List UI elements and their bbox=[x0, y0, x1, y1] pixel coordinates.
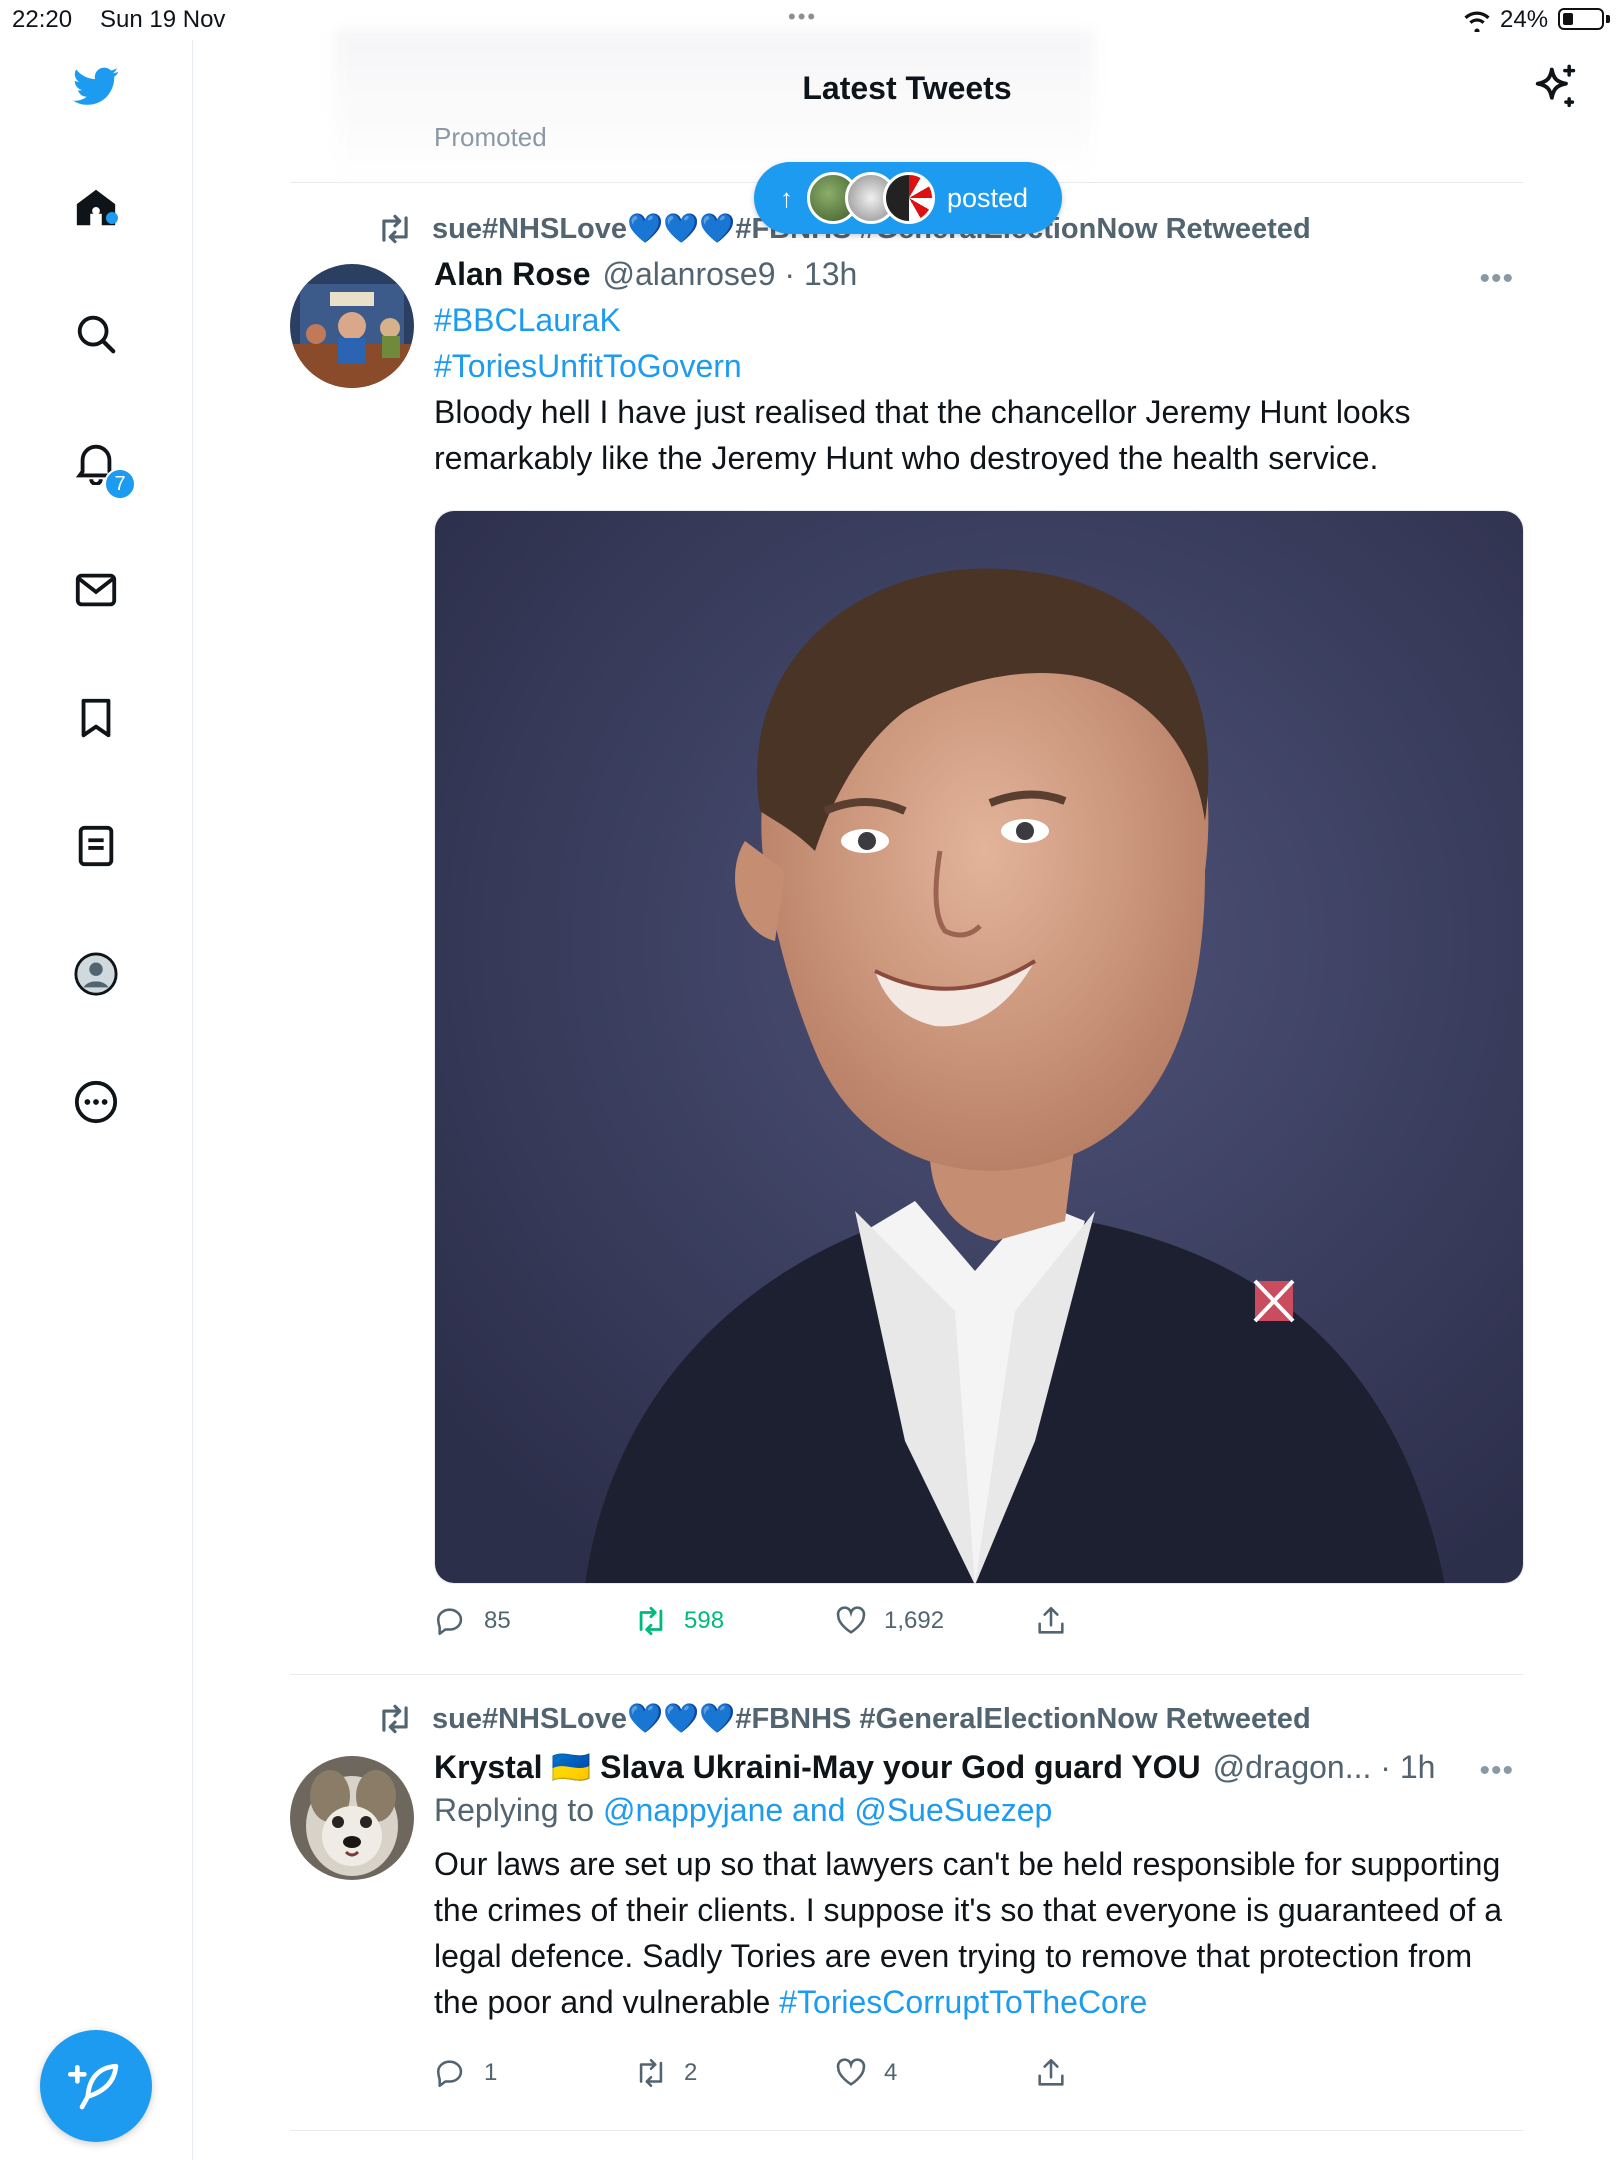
retweet-icon bbox=[639, 2058, 663, 2088]
avatar bbox=[883, 172, 935, 224]
date: Sun 19 Nov bbox=[100, 6, 226, 33]
reply-button[interactable]: 1 bbox=[434, 2056, 634, 2090]
reply-button[interactable]: 85 bbox=[434, 1604, 634, 1638]
tweet[interactable]: sue#NHSLove💙💙💙#FBNHS #GeneralElectionNow… bbox=[290, 200, 1524, 1670]
home-icon[interactable] bbox=[70, 182, 122, 234]
battery-percentage: 24% bbox=[1500, 6, 1549, 33]
tweet-text: Bloody hell I have just realised that th… bbox=[434, 394, 1411, 476]
new-posts-pill[interactable]: ↑ posted bbox=[754, 162, 1062, 234]
tweet-body: Alan Rose @alanrose9 · 13h ••• #BBCLaura… bbox=[434, 256, 1524, 481]
retweet-icon bbox=[382, 214, 408, 244]
retweet-button[interactable]: 2 bbox=[634, 2056, 834, 2090]
retweet-icon bbox=[382, 1704, 408, 1734]
divider bbox=[290, 2130, 1524, 2131]
tweet-image[interactable] bbox=[434, 510, 1524, 1584]
author-handle[interactable]: @dragon... · 1h bbox=[1213, 1749, 1436, 1786]
tweet[interactable]: sue#NHSLove💙💙💙#FBNHS #GeneralElectionNow… bbox=[290, 1690, 1524, 2130]
retweet-button[interactable]: 598 bbox=[634, 1604, 834, 1638]
avatar[interactable] bbox=[290, 264, 414, 388]
arrow-up-icon: ↑ bbox=[780, 182, 793, 213]
promoted-label: Promoted bbox=[434, 122, 547, 152]
multitasking-dots[interactable]: ••• bbox=[788, 4, 817, 30]
like-button[interactable]: 4 bbox=[834, 2056, 1034, 2090]
avatar[interactable] bbox=[290, 1756, 414, 1880]
tweet-actions: 1 2 4 bbox=[434, 2056, 1234, 2090]
more-options-icon[interactable]: ••• bbox=[1479, 1754, 1514, 1788]
heart-icon bbox=[836, 1606, 866, 1634]
bookmark-icon[interactable] bbox=[70, 692, 122, 744]
timeline-header: Promoted Latest Tweets bbox=[194, 30, 1620, 180]
search-icon[interactable] bbox=[70, 308, 122, 360]
author-handle[interactable]: @alanrose9 · 13h bbox=[602, 256, 857, 293]
replying-to: Replying to @nappyjane and @SueSuezep bbox=[434, 1792, 1053, 1828]
replying-to-handles[interactable]: @nappyjane and @SueSuezep bbox=[603, 1792, 1052, 1828]
home-unread-dot bbox=[106, 212, 118, 224]
more-options-icon[interactable]: ••• bbox=[1479, 262, 1514, 296]
lists-icon[interactable] bbox=[70, 820, 122, 872]
mail-icon[interactable] bbox=[70, 564, 122, 616]
tweet-body: Krystal 🇺🇦 Slava Ukraini-May your God gu… bbox=[434, 1748, 1524, 2025]
author-row: Krystal 🇺🇦 Slava Ukraini-May your God gu… bbox=[434, 1748, 1524, 1786]
sidebar: 7 bbox=[0, 40, 193, 2160]
tweet-actions: 85 598 1,692 bbox=[434, 1604, 1234, 1638]
tweet-hashtag[interactable]: #ToriesUnfitToGovern bbox=[434, 343, 1524, 389]
page-title: Latest Tweets bbox=[802, 70, 1012, 106]
retweet-context: sue#NHSLove💙💙💙#FBNHS #GeneralElectionNow… bbox=[376, 1702, 1311, 1736]
feather-plus-icon bbox=[68, 2063, 119, 2110]
heart-icon bbox=[836, 2058, 866, 2086]
reply-icon bbox=[436, 2060, 463, 2088]
divider bbox=[290, 1674, 1524, 1675]
reply-icon bbox=[436, 1608, 463, 1636]
share-button[interactable] bbox=[1034, 1604, 1234, 1638]
sparkle-icon[interactable] bbox=[1528, 62, 1580, 114]
tweet-hashtag[interactable]: #BBCLauraK bbox=[434, 297, 1524, 343]
twitter-logo-icon[interactable] bbox=[70, 60, 122, 112]
share-button[interactable] bbox=[1034, 2056, 1234, 2090]
author-name[interactable]: Alan Rose bbox=[434, 256, 590, 293]
battery-icon bbox=[1558, 8, 1604, 30]
tweet-text: Our laws are set up so that lawyers can'… bbox=[434, 1846, 1503, 2020]
like-button[interactable]: 1,692 bbox=[834, 1604, 1034, 1638]
author-name[interactable]: Krystal 🇺🇦 Slava Ukraini-May your God gu… bbox=[434, 1748, 1201, 1786]
profile-avatar-icon[interactable] bbox=[70, 948, 122, 1000]
retweet-icon bbox=[639, 1606, 663, 1636]
share-icon bbox=[1038, 1606, 1064, 1634]
author-row: Alan Rose @alanrose9 · 13h bbox=[434, 256, 1524, 293]
clock: 22:20 bbox=[12, 6, 73, 33]
wifi-icon bbox=[1464, 11, 1490, 32]
new-posts-label: posted bbox=[947, 182, 1029, 213]
compose-tweet-button[interactable] bbox=[40, 2030, 152, 2142]
tweet-hashtag[interactable]: #ToriesCorruptToTheCore bbox=[779, 1984, 1147, 2020]
more-menu-icon[interactable] bbox=[70, 1076, 122, 1128]
notifications-badge: 7 bbox=[104, 468, 136, 500]
share-icon bbox=[1038, 2058, 1064, 2086]
